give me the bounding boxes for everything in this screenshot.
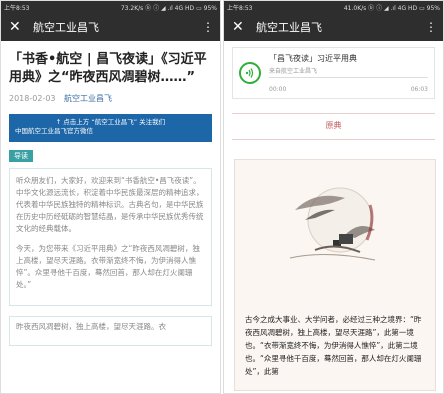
audio-info: 「昌飞夜读」习近平用典 来自航空工业昌飞 00:00 06:03 <box>269 53 428 93</box>
section-divider-top <box>232 113 435 114</box>
status-bar: 上午8:53 41.0K/s ⓑ ⓘ ◢ .ıl 4G HD ▭ 95% <box>224 1 443 13</box>
status-time: 上午8:53 <box>227 4 253 12</box>
follow-banner[interactable]: ↑ 点击上方 “航空工业昌飞” 关注我们 中国航空工业昌飞官方微信 <box>9 114 212 142</box>
status-right: 41.0K/s ⓑ ⓘ ◢ .ıl 4G HD ▭ 95% <box>344 3 440 12</box>
screens-container: 上午8:53 73.2K/s ⓑ ⓘ ◢ .ıl 4G HD ▭ 95% ✕ 航… <box>0 0 444 394</box>
banner-line2: 中国航空工业昌飞官方微信 <box>15 127 93 135</box>
next-quote-text: 昨夜西风凋碧树，独上高楼，望尽天涯路。衣 <box>16 322 166 331</box>
article-author-link[interactable]: 航空工业昌飞 <box>64 94 112 103</box>
more-icon[interactable]: ⋮ <box>202 20 214 34</box>
classic-quote-text: 古今之成大事业、大学问者，必经过三种之境界：“昨夜西风凋碧树，独上高楼，望尽天涯… <box>245 315 422 376</box>
app-bar: ✕ 航空工业昌飞 ⋮ <box>1 13 220 41</box>
right-phone-screen: 上午8:53 41.0K/s ⓑ ⓘ ◢ .ıl 4G HD ▭ 95% ✕ 航… <box>223 0 444 394</box>
section-divider-bottom <box>232 139 435 140</box>
article-title: 「书香•航空 | 昌飞夜读」《习近平用典》之“昨夜西风凋碧树……” <box>9 52 207 85</box>
audio-title: 「昌飞夜读」习近平用典 <box>269 54 357 63</box>
play-circle-icon[interactable] <box>239 62 261 84</box>
status-right: 73.2K/s ⓑ ⓘ ◢ .ıl 4G HD ▭ 95% <box>121 3 217 12</box>
audio-wave-icon <box>245 68 254 78</box>
audio-time-end: 06:03 <box>410 86 428 93</box>
audio-source: 来自航空工业昌飞 <box>269 68 318 75</box>
audio-time-start: 00:00 <box>269 86 287 93</box>
app-bar: ✕ 航空工业昌飞 ⋮ <box>224 13 443 41</box>
audio-progress-bar[interactable] <box>269 77 428 78</box>
intro-paragraph-1: 听众朋友们，大家好，欢迎来到“书香航空•昌飞夜读”。中华文化源远流长，积淀着中华… <box>16 176 204 233</box>
app-title: 航空工业昌飞 <box>256 21 322 34</box>
status-indicators: 41.0K/s ⓑ ⓘ ◢ .ıl 4G HD ▭ 95% <box>343 4 440 12</box>
ink-painting-image <box>289 187 376 261</box>
close-icon[interactable]: ✕ <box>9 19 27 35</box>
article-meta: 2018-02-03 航空工业昌飞 <box>9 93 212 104</box>
article-date: 2018-02-03 <box>9 94 56 103</box>
status-bar: 上午8:53 73.2K/s ⓑ ⓘ ◢ .ıl 4G HD ▭ 95% <box>1 1 220 13</box>
app-title: 航空工业昌飞 <box>33 21 99 34</box>
audio-time-row: 00:00 06:03 <box>269 86 428 93</box>
intro-tag: 导读 <box>9 150 33 162</box>
intro-paragraph-2: 今天，为您带来《习近平用典》之“昨夜西风凋碧树，独上高楼，望尽天涯路。衣带渐宽终… <box>16 244 200 289</box>
status-time: 上午8:53 <box>4 4 30 12</box>
painting-card: 古今之成大事业、大学问者，必经过三种之境界：“昨夜西风凋碧树，独上高楼，望尽天涯… <box>234 159 436 391</box>
next-quote-box: 昨夜西风凋碧树，独上高楼，望尽天涯路。衣 <box>9 316 212 346</box>
banner-line1: ↑ 点击上方 “航空工业昌飞” 关注我们 <box>55 118 166 126</box>
article-content: 「书香•航空 | 昌飞夜读」《习近平用典》之“昨夜西风凋碧树……” 2018-0… <box>1 41 220 346</box>
intro-box: 听众朋友们，大家好，欢迎来到“书香航空•昌飞夜读”。中华文化源远流长，积淀着中华… <box>9 168 212 306</box>
close-icon[interactable]: ✕ <box>232 19 250 35</box>
section-label: 原典 <box>325 121 342 130</box>
audio-player-card[interactable]: 「昌飞夜读」习近平用典 来自航空工业昌飞 00:00 06:03 <box>232 47 435 99</box>
left-phone-screen: 上午8:53 73.2K/s ⓑ ⓘ ◢ .ıl 4G HD ▭ 95% ✕ 航… <box>0 0 221 394</box>
status-indicators: 73.2K/s ⓑ ⓘ ◢ .ıl 4G HD ▭ 95% <box>120 4 217 12</box>
more-icon[interactable]: ⋮ <box>425 20 437 34</box>
